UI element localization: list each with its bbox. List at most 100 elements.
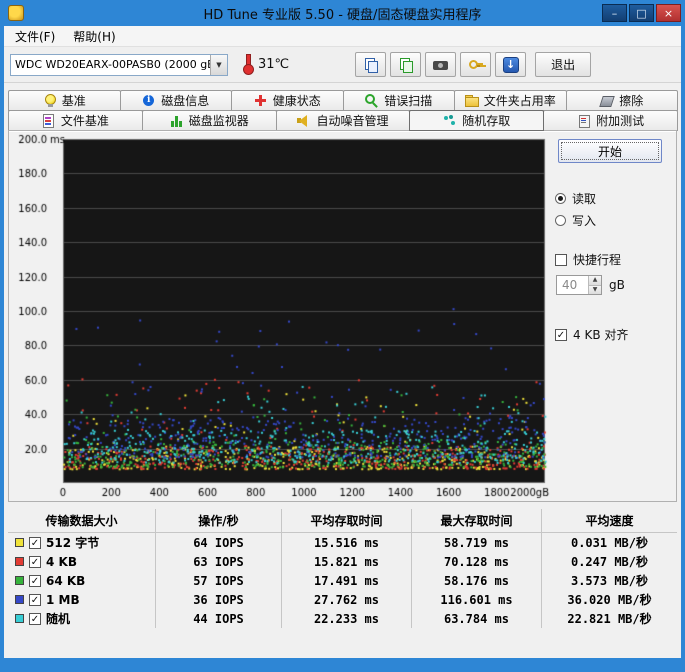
series-toggle[interactable]: 1 MB [8, 590, 156, 609]
spin-up-button[interactable]: ▲ [589, 276, 601, 286]
ops-cell: 57 IOPS [156, 571, 282, 590]
tab-random-access[interactable]: 随机存取 [409, 110, 545, 131]
tab-label: 磁盘信息 [161, 94, 210, 108]
save-results-button[interactable] [495, 52, 527, 77]
menu-file[interactable]: 文件(F) [6, 26, 64, 47]
read-radio[interactable]: 读取 [555, 190, 683, 207]
test-controls: 开始 读取 写入 快捷行程 40 ▲ ▼ gB ✓ 4 KB 对齐 [555, 139, 683, 343]
max-cell: 63.784 ms [412, 609, 542, 628]
tab-extra-tests[interactable]: 附加测试 [543, 110, 678, 131]
tab-aam[interactable]: 自动噪音管理 [275, 110, 411, 131]
tab-label: 文件夹占用率 [483, 94, 556, 108]
copy-image-icon [399, 57, 413, 73]
thermometer-icon [243, 54, 254, 75]
tab-row-2: 文件基准 磁盘监视器 自动噪音管理 随机存取 附加测试 [8, 110, 678, 131]
tab-disk-monitor[interactable]: 磁盘监视器 [141, 110, 277, 131]
tab-disk-info[interactable]: 磁盘信息 [119, 90, 232, 111]
tab-erase[interactable]: 擦除 [565, 90, 678, 111]
toolbar: WDC WD20EARX-00PASB0 (2000 gB) ▼ 31℃ 退出 [4, 47, 681, 83]
menu-help[interactable]: 帮助(H) [64, 26, 124, 47]
table-row: 512 字节 64 IOPS 15.516 ms 58.719 ms 0.031… [8, 533, 677, 552]
window-controls: – □ × [602, 4, 681, 22]
copy-icon [364, 57, 378, 73]
camera-icon [433, 58, 449, 72]
series-label: 1 MB [46, 592, 80, 607]
exit-button[interactable]: 退出 [535, 52, 592, 77]
copy-image-button[interactable] [390, 52, 422, 77]
max-cell: 58.719 ms [412, 533, 542, 552]
start-button[interactable]: 开始 [558, 139, 662, 163]
tab-label: 擦除 [619, 94, 644, 108]
series-toggle[interactable]: 随机 [8, 609, 156, 628]
tab-file-benchmark[interactable]: 文件基准 [8, 110, 143, 131]
tab-label: 健康状态 [272, 94, 321, 108]
drive-select[interactable]: WDC WD20EARX-00PASB0 (2000 gB) ▼ [10, 53, 228, 76]
toolbar-buttons [355, 52, 527, 77]
tab-strip: 基准 磁盘信息 健康状态 错误扫描 文件夹占用率 [8, 90, 678, 131]
tab-label: 自动噪音管理 [316, 114, 389, 128]
series-color-swatch [15, 538, 24, 547]
shortstroke-checkbox[interactable]: 快捷行程 [555, 251, 683, 268]
max-cell: 116.601 ms [412, 590, 542, 609]
bulb-icon [43, 94, 56, 107]
table-row: 4 KB 63 IOPS 15.821 ms 70.128 ms 0.247 M… [8, 552, 677, 571]
random-access-chart [11, 133, 551, 501]
random-access-icon [443, 114, 456, 127]
checkbox-unchecked-icon [555, 253, 567, 266]
eraser-icon [600, 94, 613, 107]
series-label: 64 KB [46, 573, 86, 588]
tab-folder-usage[interactable]: 文件夹占用率 [454, 90, 567, 111]
file-benchmark-icon [42, 114, 55, 128]
titlebar[interactable]: HD Tune 专业版 5.50 - 硬盘/固态硬盘实用程序 – □ × [0, 0, 685, 26]
dropdown-arrow-icon[interactable]: ▼ [210, 54, 227, 75]
series-color-swatch [15, 557, 24, 566]
random-access-panel: 开始 读取 写入 快捷行程 40 ▲ ▼ gB ✓ 4 KB 对齐 [8, 130, 677, 502]
table-row: 随机 44 IOPS 22.233 ms 63.784 ms 22.821 MB… [8, 609, 677, 628]
copy-text-button[interactable] [355, 52, 387, 77]
speaker-icon [297, 114, 310, 127]
shortstroke-size-row: 40 ▲ ▼ gB [556, 275, 683, 295]
series-toggle[interactable]: 64 KB [8, 571, 156, 590]
series-color-swatch [15, 595, 24, 604]
tab-benchmark[interactable]: 基准 [8, 90, 121, 111]
radio-selected-icon [555, 193, 566, 204]
speed-cell: 3.573 MB/秒 [570, 574, 649, 588]
screenshot-button[interactable] [425, 52, 457, 77]
close-button[interactable]: × [656, 4, 681, 22]
series-toggle[interactable]: 4 KB [8, 552, 156, 571]
ops-cell: 63 IOPS [156, 552, 282, 571]
column-header: 平均速度 [585, 514, 634, 528]
maximize-button[interactable]: □ [629, 4, 654, 22]
options-button[interactable] [460, 52, 492, 77]
shortstroke-size-input[interactable]: 40 ▲ ▼ [556, 275, 602, 295]
checkbox-checked-icon [29, 574, 41, 587]
tab-row-1: 基准 磁盘信息 健康状态 错误扫描 文件夹占用率 [8, 90, 678, 111]
menu-bar: 文件(F) 帮助(H) [4, 26, 681, 47]
write-radio[interactable]: 写入 [555, 212, 683, 229]
speed-cell: 22.821 MB/秒 [567, 612, 652, 626]
tab-error-scan[interactable]: 错误扫描 [342, 90, 455, 111]
ops-cell: 64 IOPS [156, 533, 282, 552]
ops-cell: 36 IOPS [156, 590, 282, 609]
keys-icon [468, 58, 483, 72]
tab-health[interactable]: 健康状态 [231, 90, 344, 111]
tab-label: 随机存取 [462, 114, 511, 128]
window-title: HD Tune 专业版 5.50 - 硬盘/固态硬盘实用程序 [203, 7, 482, 23]
series-toggle[interactable]: 512 字节 [8, 533, 156, 552]
table-header-row: 传输数据大小 操作/秒 平均存取时间 最大存取时间 平均速度 [8, 509, 677, 533]
series-label: 4 KB [46, 554, 77, 569]
series-label: 随机 [46, 612, 71, 626]
minimize-button[interactable]: – [602, 4, 627, 22]
tab-label: 磁盘监视器 [188, 114, 249, 128]
client-area: 文件(F) 帮助(H) WDC WD20EARX-00PASB0 (2000 g… [4, 26, 681, 658]
max-cell: 58.176 ms [412, 571, 542, 590]
align-4kb-checkbox[interactable]: 4 KB 对齐 [555, 326, 683, 343]
tab-label: 附加测试 [596, 114, 645, 128]
column-header: 传输数据大小 [8, 509, 156, 532]
spin-down-button[interactable]: ▼ [589, 285, 601, 294]
column-header: 操作/秒 [156, 509, 282, 532]
tab-label: 基准 [61, 94, 86, 108]
info-icon [142, 94, 155, 107]
ops-cell: 44 IOPS [156, 609, 282, 628]
shortstroke-label: 快捷行程 [573, 253, 622, 267]
